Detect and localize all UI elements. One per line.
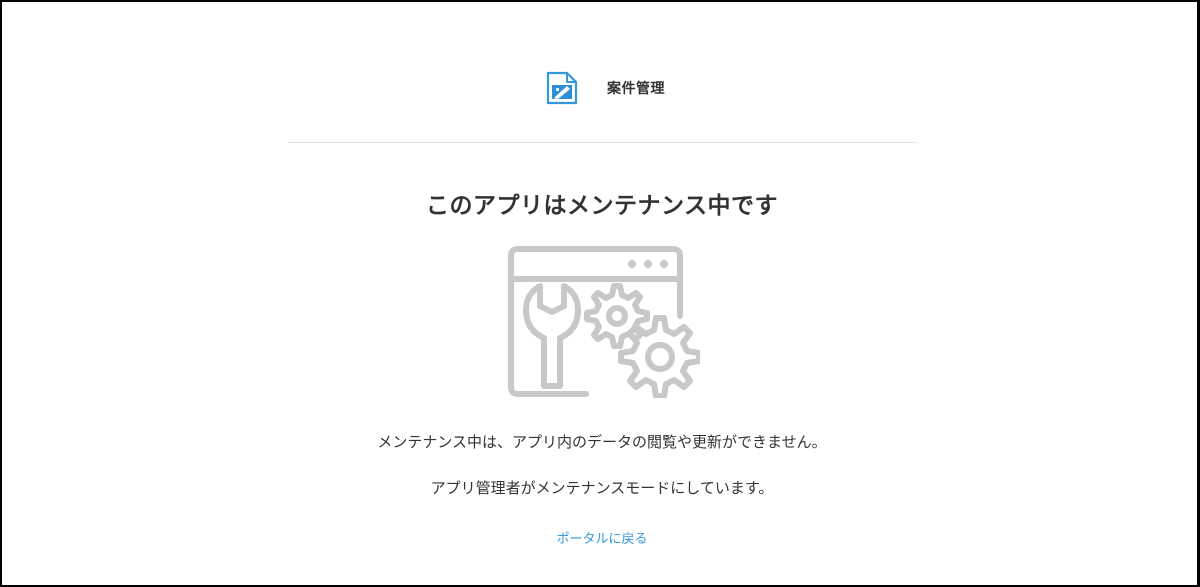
app-name: 案件管理	[607, 81, 665, 97]
app-header-inner: 案件管理	[545, 70, 665, 106]
back-to-portal-link-container: ポータルに戻る	[2, 528, 1200, 547]
back-to-portal-link[interactable]: ポータルに戻る	[556, 532, 647, 547]
maintenance-title: このアプリはメンテナンス中です	[425, 193, 779, 219]
header-divider	[287, 142, 917, 143]
maintenance-message-2: アプリ管理者がメンテナンスモードにしています。	[430, 479, 774, 497]
maintenance-message-1: メンテナンス中は、アプリ内のデータの閲覧や更新ができません。	[377, 433, 827, 451]
maintenance-illustration-icon	[508, 246, 700, 398]
app-header: 案件管理	[2, 68, 1200, 108]
edit-document-icon	[546, 71, 578, 105]
page-frame: 案件管理 このアプリはメンテナンス中です メンテナンス中は、アプリ内のデータの閲…	[0, 0, 1200, 587]
